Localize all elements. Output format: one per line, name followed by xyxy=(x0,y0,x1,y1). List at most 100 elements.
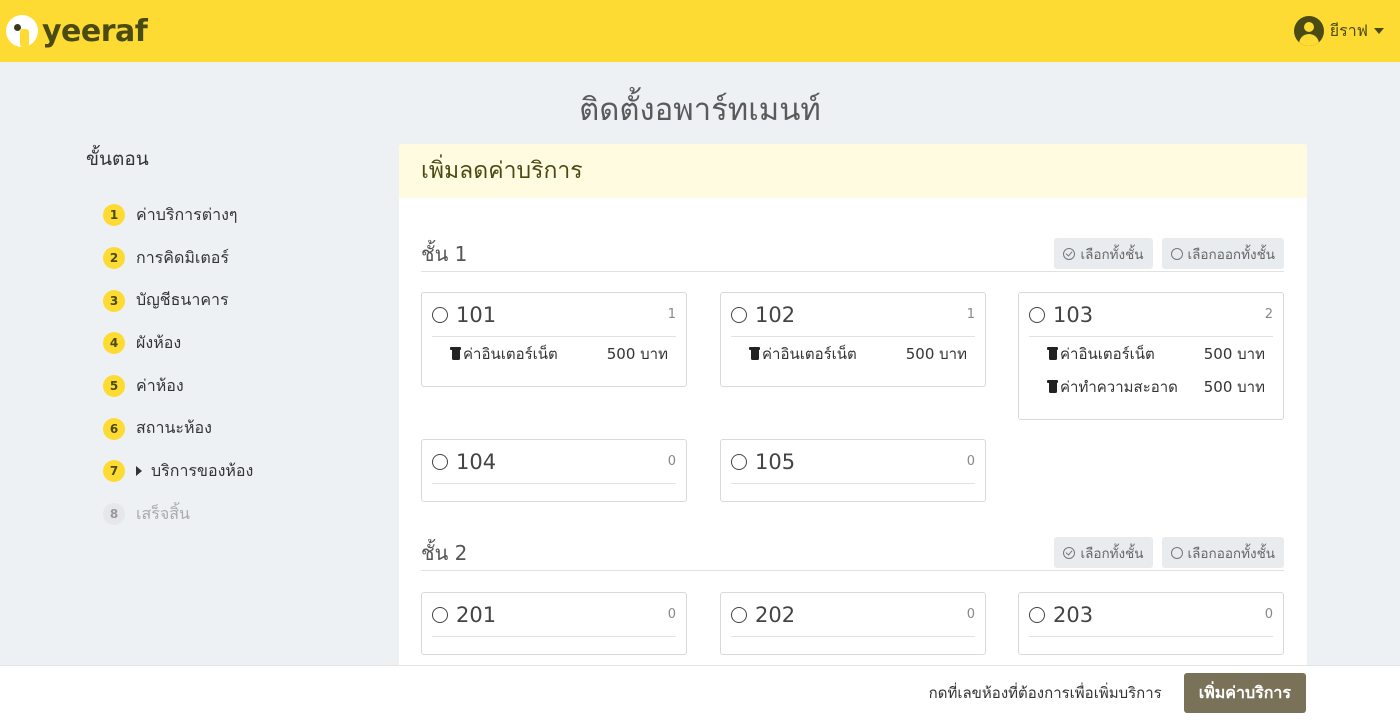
step-number-badge: 8 xyxy=(103,503,125,526)
user-name: ยีราฟ xyxy=(1329,20,1368,40)
brand-logo[interactable]: yeeraf xyxy=(6,13,148,49)
deselect-all-floor-button[interactable]: เลือกออกทั้งชั้น xyxy=(1161,537,1284,568)
room-radio[interactable] xyxy=(1029,306,1045,323)
service-count: 2 xyxy=(1264,307,1273,322)
check-circle-icon xyxy=(1063,546,1076,559)
deselect-all-floor-button[interactable]: เลือกออกทั้งชั้น xyxy=(1161,238,1284,269)
step-label: ค่าห้อง xyxy=(136,375,184,395)
service-price: 500 บาท xyxy=(905,344,967,363)
service-row: ค่าอินเตอร์เน็ต 500 บาท xyxy=(721,337,985,370)
room-card-header: 105 0 xyxy=(731,440,975,484)
circle-icon xyxy=(1170,247,1183,260)
step-label: สถานะห้อง xyxy=(136,418,212,438)
room-card-header: 104 0 xyxy=(432,440,676,484)
step-label: เสร็จสิ้น xyxy=(136,503,190,523)
floor-name: ชั้น 2 xyxy=(421,540,468,565)
caret-right-icon xyxy=(136,466,142,477)
room-card-header: 101 1 xyxy=(432,293,676,337)
service-count: 0 xyxy=(966,607,975,622)
floor-header: ชั้น 2 เลือกทั้งชั้น เลือกออกทั้งชั้น xyxy=(421,535,1284,571)
footer-action-bar: กดที่เลขห้องที่ต้องการเพื่อเพิ่มบริการ เ… xyxy=(0,665,1400,720)
step-room-status[interactable]: 6 สถานะห้อง xyxy=(103,407,253,450)
room-number: 105 xyxy=(755,449,796,474)
room-card-103[interactable]: 103 2 ค่าอินเตอร์เน็ต 500 บาท ค่าทำความส… xyxy=(1018,292,1284,420)
room-number: 202 xyxy=(755,602,796,627)
select-all-label: เลือกทั้งชั้น xyxy=(1080,545,1144,562)
room-card-header: 102 1 xyxy=(731,293,975,337)
room-card-202[interactable]: 202 0 xyxy=(720,592,986,655)
check-circle-icon xyxy=(1063,247,1076,260)
steps-title: ขั้นตอน xyxy=(86,148,149,170)
step-label: ผังห้อง xyxy=(136,332,182,352)
step-finish: 8 เสร็จสิ้น xyxy=(103,493,253,536)
page-title: ติดตั้งอพาร์ทเมนท์ xyxy=(579,92,821,128)
brand-name: yeeraf xyxy=(42,13,148,49)
room-number: 102 xyxy=(755,302,796,327)
room-radio[interactable] xyxy=(432,453,448,470)
room-card-header: 103 2 xyxy=(1029,293,1273,337)
trash-icon[interactable] xyxy=(1047,347,1058,360)
step-number-badge: 2 xyxy=(103,247,125,270)
step-room-layout[interactable]: 4 ผังห้อง xyxy=(103,322,253,365)
service-count: 0 xyxy=(667,607,676,622)
step-room-rent[interactable]: 5 ค่าห้อง xyxy=(103,365,253,408)
room-radio[interactable] xyxy=(731,453,747,470)
service-row: ค่าทำความสะอาด 500 บาท xyxy=(1019,370,1283,403)
panel-header: เพิ่มลดค่าบริการ xyxy=(399,144,1307,198)
step-label: ค่าบริการต่างๆ xyxy=(136,204,238,224)
room-radio[interactable] xyxy=(731,306,747,323)
chevron-down-icon xyxy=(1374,28,1384,34)
room-card-104[interactable]: 104 0 xyxy=(421,439,687,502)
select-all-floor-button[interactable]: เลือกทั้งชั้น xyxy=(1054,238,1153,269)
add-service-button[interactable]: เพิ่มค่าบริการ xyxy=(1183,673,1306,713)
step-number-badge: 6 xyxy=(103,417,125,440)
service-row: ค่าอินเตอร์เน็ต 500 บาท xyxy=(422,337,686,370)
step-bank-account[interactable]: 3 บัญชีธนาคาร xyxy=(103,279,253,322)
room-radio[interactable] xyxy=(731,606,747,623)
service-count: 0 xyxy=(667,454,676,469)
room-card-header: 203 0 xyxy=(1029,593,1273,637)
floor-section: ชั้น 1 เลือกทั้งชั้น เลือกออกทั้งชั้น 10… xyxy=(421,236,1284,502)
step-number-badge: 4 xyxy=(103,332,125,355)
service-name: ค่าอินเตอร์เน็ต xyxy=(762,344,857,363)
room-number: 203 xyxy=(1053,602,1094,627)
steps-list: 1 ค่าบริการต่างๆ 2 การคิดมิเตอร์ 3 บัญชี… xyxy=(103,194,253,536)
room-number: 101 xyxy=(456,302,497,327)
room-radio[interactable] xyxy=(432,606,448,623)
step-meter[interactable]: 2 การคิดมิเตอร์ xyxy=(103,237,253,280)
room-card-203[interactable]: 203 0 xyxy=(1018,592,1284,655)
service-price: 500 บาท xyxy=(606,344,668,363)
circle-icon xyxy=(1170,546,1183,559)
select-all-floor-button[interactable]: เลือกทั้งชั้น xyxy=(1054,537,1153,568)
room-card-header: 202 0 xyxy=(731,593,975,637)
step-number-badge: 3 xyxy=(103,289,125,312)
room-card-header: 201 0 xyxy=(432,593,676,637)
room-card-105[interactable]: 105 0 xyxy=(720,439,986,502)
floor-name: ชั้น 1 xyxy=(421,241,468,266)
room-radio[interactable] xyxy=(1029,606,1045,623)
step-room-services[interactable]: 7 บริการของห้อง xyxy=(103,450,253,493)
service-price: 500 บาท xyxy=(1203,377,1265,396)
step-service-fees[interactable]: 1 ค่าบริการต่างๆ xyxy=(103,194,253,237)
service-panel: เพิ่มลดค่าบริการ ชั้น 1 เลือกทั้งชั้น เล… xyxy=(399,144,1307,684)
room-card-101[interactable]: 101 1 ค่าอินเตอร์เน็ต 500 บาท xyxy=(421,292,687,387)
room-number: 104 xyxy=(456,449,497,474)
room-card-201[interactable]: 201 0 xyxy=(421,592,687,655)
service-count: 1 xyxy=(667,307,676,322)
trash-icon[interactable] xyxy=(450,347,461,360)
footer-hint: กดที่เลขห้องที่ต้องการเพื่อเพิ่มบริการ xyxy=(928,684,1162,702)
trash-icon[interactable] xyxy=(1047,380,1058,393)
room-card-102[interactable]: 102 1 ค่าอินเตอร์เน็ต 500 บาท xyxy=(720,292,986,387)
service-row: ค่าอินเตอร์เน็ต 500 บาท xyxy=(1019,337,1283,370)
service-count: 0 xyxy=(966,454,975,469)
user-avatar-icon xyxy=(1293,16,1324,46)
room-radio[interactable] xyxy=(432,306,448,323)
deselect-all-label: เลือกออกทั้งชั้น xyxy=(1187,246,1275,263)
giraffe-logo-icon xyxy=(6,15,38,47)
service-name: ค่าอินเตอร์เน็ต xyxy=(1060,344,1155,363)
deselect-all-label: เลือกออกทั้งชั้น xyxy=(1187,545,1275,562)
service-price: 500 บาท xyxy=(1203,344,1265,363)
trash-icon[interactable] xyxy=(749,347,760,360)
user-menu[interactable]: ยีราฟ xyxy=(1293,16,1384,46)
panel-title: เพิ่มลดค่าบริการ xyxy=(421,158,583,184)
